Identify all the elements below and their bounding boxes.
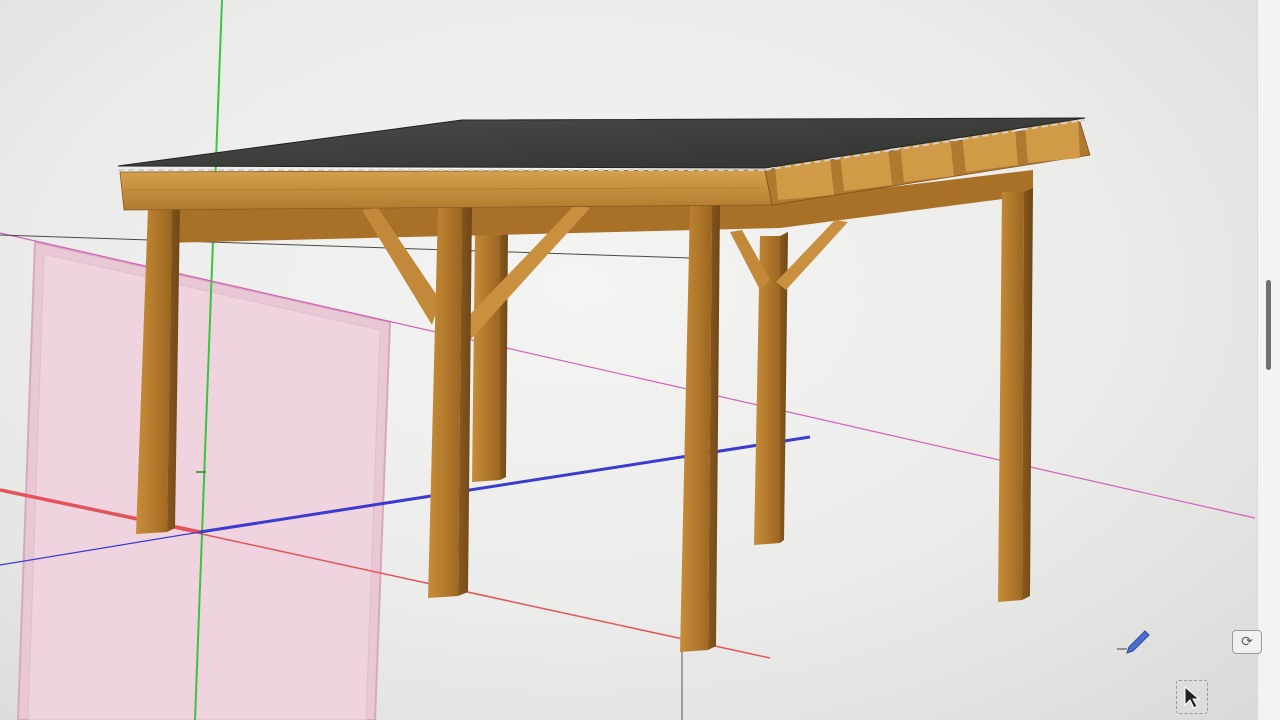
side-post-right[interactable]	[998, 188, 1033, 602]
pencil-icon	[1117, 630, 1150, 654]
3d-scene[interactable]	[0, 0, 1280, 720]
front-post-left[interactable]	[136, 205, 180, 534]
front-fascia-beam[interactable]	[119, 169, 773, 211]
select-tool[interactable]	[1176, 680, 1208, 714]
modeling-viewport[interactable]: ⟳	[0, 0, 1280, 720]
back-post-left[interactable]	[472, 230, 508, 482]
pencil-tool[interactable]	[1115, 625, 1155, 655]
vertical-scrollbar[interactable]	[1257, 0, 1280, 720]
sync-icon: ⟳	[1241, 634, 1253, 650]
scroll-thumb[interactable]	[1266, 280, 1271, 370]
cursor-icon	[1184, 685, 1201, 709]
sync-button[interactable]: ⟳	[1232, 630, 1262, 654]
front-post-middle[interactable]	[428, 204, 472, 598]
front-post-right[interactable]	[680, 203, 720, 652]
